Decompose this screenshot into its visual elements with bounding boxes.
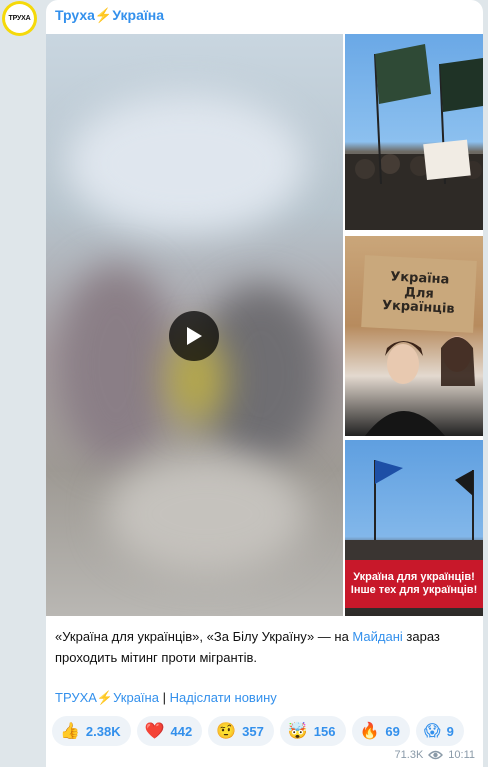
photo-thumbnail-2[interactable]: Україна Для Українців — [345, 236, 483, 436]
message-bubble: Труха⚡Україна Україна Для Українців Укра… — [46, 0, 483, 767]
video-preview[interactable] — [46, 34, 343, 616]
protest-banner: Україна для українців! Інше тех для укра… — [345, 560, 483, 608]
reaction-raised-eyebrow[interactable]: 🤨 357 — [208, 716, 274, 746]
banner-line-2: Інше тех для українців! — [350, 584, 478, 596]
reaction-count: 69 — [385, 723, 400, 739]
reaction-count: 9 — [446, 723, 454, 739]
message-time: 10:11 — [448, 749, 475, 761]
banner-line-1: Україна для українців! — [353, 570, 475, 583]
eye-icon — [428, 750, 444, 760]
send-news-link[interactable]: Надіслати новину — [170, 690, 277, 705]
message-text: «Україна для українців», «За Білу Україн… — [55, 626, 475, 668]
message-links: ТРУХА⚡Україна | Надіслати новину — [55, 690, 277, 706]
reactions-bar: 👍 2.38K ❤️ 442 🤨 357 🤯 156 🔥 69 😱 9 — [52, 716, 464, 746]
message-meta: 71.3K 10:11 — [395, 749, 475, 761]
channel-link[interactable]: ТРУХА⚡Україна — [55, 690, 159, 705]
mind-blown-icon: 🤯 — [287, 721, 308, 740]
caption-text-start: «Україна для українців», «За Білу Україн… — [55, 629, 353, 644]
heart-icon: ❤️ — [144, 721, 165, 740]
caption-link-maidan[interactable]: Майдані — [352, 629, 402, 644]
reaction-count: 2.38K — [85, 723, 121, 739]
channel-avatar[interactable]: ТРУХА — [2, 1, 37, 36]
protester-image — [365, 336, 475, 436]
play-icon — [187, 327, 202, 345]
reaction-mind-blown[interactable]: 🤯 156 — [279, 716, 346, 746]
fire-icon: 🔥 — [359, 721, 380, 740]
avatar-logo-text: ТРУХА — [5, 4, 34, 33]
reaction-fire[interactable]: 🔥 69 — [351, 716, 410, 746]
photo-thumbnail-3[interactable]: Україна для українців! Інше тех для укра… — [345, 440, 483, 616]
reaction-count: 156 — [313, 723, 336, 739]
reaction-screaming[interactable]: 😱 9 — [415, 716, 464, 746]
reaction-count: 357 — [242, 723, 264, 739]
raised-eyebrow-icon: 🤨 — [216, 721, 237, 740]
photo-thumbnail-1[interactable] — [345, 34, 483, 230]
thumbs-up-icon: 👍 — [60, 721, 80, 740]
channel-name[interactable]: Труха⚡Україна — [55, 7, 164, 24]
reaction-count: 442 — [170, 723, 193, 739]
protest-flags-image — [345, 44, 483, 230]
play-button[interactable] — [169, 311, 219, 361]
views-count: 71.3K — [394, 749, 424, 761]
reaction-heart[interactable]: ❤️ 442 — [136, 716, 203, 746]
screaming-face-icon: 😱 — [423, 721, 441, 740]
reaction-thumbs-up[interactable]: 👍 2.38K — [52, 716, 131, 746]
links-separator: | — [158, 690, 170, 705]
